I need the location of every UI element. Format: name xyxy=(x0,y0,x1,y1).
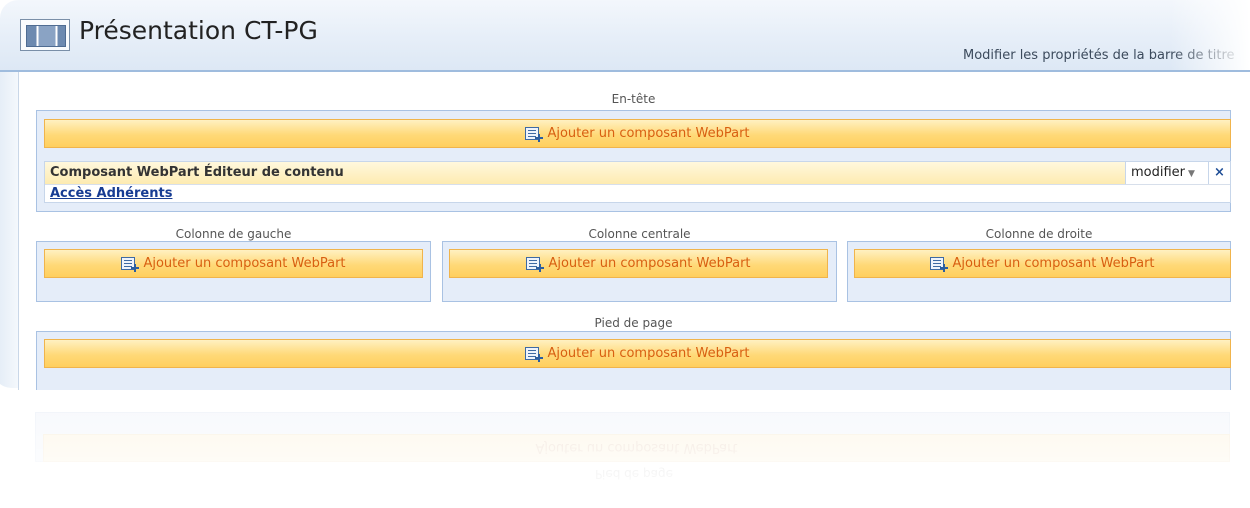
webpart-zones-canvas: En-tête Ajouter un composant WebPart Com… xyxy=(18,72,1250,390)
zone-label-footer: Pied de page xyxy=(594,316,673,330)
chevron-down-icon: ▼ xyxy=(1188,169,1195,179)
add-webpart-label: Ajouter un composant WebPart xyxy=(548,256,751,271)
add-webpart-button-center[interactable]: Ajouter un composant WebPart xyxy=(449,249,828,278)
add-webpart-button-left[interactable]: Ajouter un composant WebPart xyxy=(44,249,423,278)
add-webpart-icon xyxy=(525,346,544,362)
zone-label-header: En-tête xyxy=(611,92,656,106)
page-layout-frame: Présentation CT-PG Modifier les propriét… xyxy=(0,0,1250,390)
add-webpart-button-footer[interactable]: Ajouter un composant WebPart xyxy=(44,339,1231,368)
zone-label-right: Colonne de droite xyxy=(985,227,1093,241)
add-webpart-icon xyxy=(526,256,545,272)
add-webpart-button-right[interactable]: Ajouter un composant WebPart xyxy=(854,249,1231,278)
members-access-link[interactable]: Accès Adhérents xyxy=(50,186,172,201)
reflection-fade xyxy=(0,390,1250,508)
layout-page-icon xyxy=(20,19,70,51)
title-bar: Présentation CT-PG Modifier les propriét… xyxy=(0,0,1250,72)
close-icon[interactable]: × xyxy=(1208,162,1230,184)
edit-title-bar-link[interactable]: Modifier les propriétés de la barre de t… xyxy=(963,48,1235,63)
add-webpart-label: Ajouter un composant WebPart xyxy=(547,346,750,361)
add-webpart-icon xyxy=(525,126,544,142)
zone-label-center: Colonne centrale xyxy=(588,227,691,241)
add-webpart-icon xyxy=(930,256,949,272)
webpart-edit-menu[interactable]: modifier ▼ xyxy=(1125,162,1208,184)
zone-label-left: Colonne de gauche xyxy=(175,227,292,241)
page-title: Présentation CT-PG xyxy=(79,16,318,45)
webpart-title-bar: Composant WebPart Éditeur de contenu mod… xyxy=(45,162,1230,185)
add-webpart-icon xyxy=(121,256,140,272)
add-webpart-label: Ajouter un composant WebPart xyxy=(143,256,346,271)
content-editor-webpart: Composant WebPart Éditeur de contenu mod… xyxy=(44,161,1231,203)
webpart-edit-menu-label: modifier xyxy=(1131,165,1186,180)
add-webpart-button-header[interactable]: Ajouter un composant WebPart xyxy=(44,119,1231,148)
add-webpart-label: Ajouter un composant WebPart xyxy=(952,256,1155,271)
webpart-title: Composant WebPart Éditeur de contenu xyxy=(50,165,344,180)
add-webpart-label: Ajouter un composant WebPart xyxy=(547,126,750,141)
